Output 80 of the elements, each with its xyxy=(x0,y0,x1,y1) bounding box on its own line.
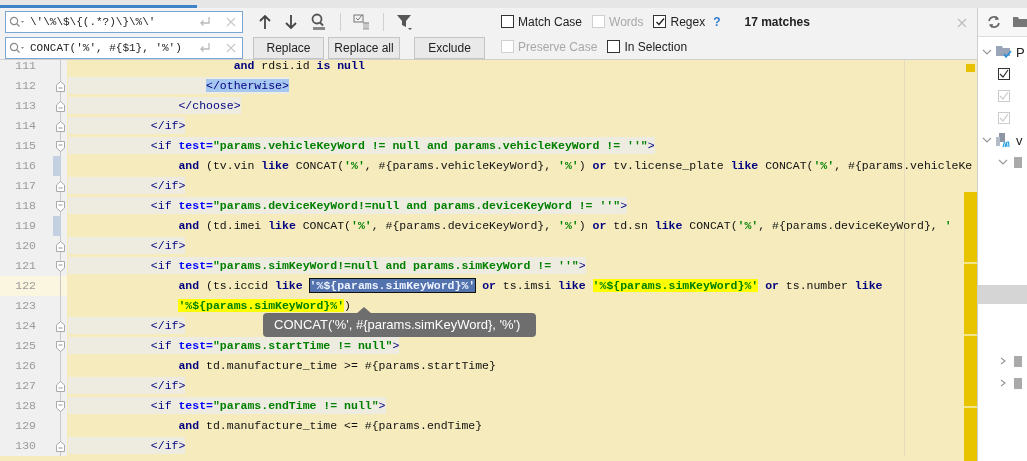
code-line: and (tv.vin like CONCAT('%', #{params.vehicleKeyWord}, '%') or tv.license_plate like CONCAT('%', #{params.vehicleKe xyxy=(177,158,973,174)
fold-icon[interactable] xyxy=(56,121,65,132)
code-line: and td.manufacture_time <= #{params.endTime} xyxy=(177,418,483,434)
find-all-icon[interactable] xyxy=(310,13,328,31)
chevron-icon[interactable] xyxy=(982,48,992,56)
line-number: 121 xyxy=(14,258,36,274)
line-number: 129 xyxy=(14,418,36,434)
code-line: and rdsi.id is null xyxy=(232,60,365,74)
fold-icon[interactable] xyxy=(56,141,65,152)
fold-icon[interactable] xyxy=(56,81,65,92)
tree-item[interactable]: v xyxy=(1016,132,1023,148)
line-number: 119 xyxy=(14,218,36,234)
line-number: 116 xyxy=(14,158,36,174)
line-number: 118 xyxy=(14,198,36,214)
line-number: 120 xyxy=(14,238,36,254)
chevron-icon[interactable] xyxy=(998,357,1008,365)
option-checkbox[interactable]: In Selection xyxy=(607,39,688,54)
refresh-icon[interactable] xyxy=(987,15,1001,29)
clear-icon[interactable] xyxy=(226,17,236,27)
newline-icon[interactable] xyxy=(198,42,212,54)
fold-icon[interactable] xyxy=(56,341,65,352)
fold-icon[interactable] xyxy=(56,261,65,272)
node-icon xyxy=(1014,355,1022,367)
fold-icon[interactable] xyxy=(56,321,65,332)
replace-field[interactable]: CONCAT('%', #{$1}, '%') xyxy=(5,37,243,59)
tooltip: CONCAT('%', #{params.simKeyWord}, '%') xyxy=(263,313,536,337)
check-icon xyxy=(655,16,665,27)
line-number: 117 xyxy=(14,178,36,194)
fold-icon[interactable] xyxy=(56,101,65,112)
fold-icon[interactable] xyxy=(56,401,65,412)
search-field[interactable]: \'\%\$\{(.*?)\}\%\' xyxy=(5,11,243,33)
error-stripe-mark[interactable] xyxy=(964,192,977,461)
code-line: and (ts.iccid like '%${params.simKeyWord}%' or ts.imsi like '%${params.simKeyWord}%' or ts.number like xyxy=(177,278,883,294)
line-number: 127 xyxy=(14,378,36,394)
line-number: 112 xyxy=(14,78,36,94)
code-line: and td.manufacture_time >= #{params.startTime} xyxy=(177,358,496,374)
option-checkbox[interactable]: Match Case xyxy=(501,14,583,29)
arrow-up-icon[interactable] xyxy=(258,14,272,30)
fold-icon[interactable] xyxy=(56,441,65,452)
help-link[interactable]: ? xyxy=(713,14,721,29)
line-number: 123 xyxy=(14,298,36,314)
fold-icon[interactable] xyxy=(56,381,65,392)
line-number: 128 xyxy=(14,398,36,414)
code-line: and (td.imei like CONCAT('%', #{params.deviceKeyWord}, '%') or td.sn like CONCAT('%', #{params.deviceKeyWord}, ' xyxy=(177,218,952,234)
line-number: 126 xyxy=(14,358,36,374)
close-icon[interactable] xyxy=(957,18,967,28)
clear-icon[interactable] xyxy=(226,43,236,53)
fold-icon[interactable] xyxy=(56,241,65,252)
chevron-icon[interactable] xyxy=(998,379,1008,387)
action-button[interactable]: Exclude xyxy=(414,37,485,59)
node-icon xyxy=(1014,156,1022,168)
chevron-icon[interactable] xyxy=(998,158,1008,166)
line-number: 115 xyxy=(14,138,36,154)
folder-icon[interactable] xyxy=(1013,15,1027,29)
code-line: '%${params.simKeyWord}%') xyxy=(177,298,351,314)
module-icon xyxy=(996,132,1012,148)
checkbox-icon[interactable] xyxy=(998,68,1010,80)
line-number: 124 xyxy=(14,318,36,334)
newline-icon[interactable] xyxy=(198,16,212,28)
search-icon xyxy=(9,42,25,54)
option-checkbox[interactable]: Regex xyxy=(653,14,706,29)
match-count: 17 matches xyxy=(744,14,810,29)
fold-icon[interactable] xyxy=(56,201,65,212)
line-number: 114 xyxy=(14,118,36,134)
tree-item[interactable]: P xyxy=(1016,44,1025,60)
node-icon xyxy=(1014,377,1022,389)
fold-icon[interactable] xyxy=(56,181,65,192)
line-number: 130 xyxy=(14,438,36,454)
action-button[interactable]: Replace all xyxy=(328,37,400,59)
line-number: 111 xyxy=(14,60,36,74)
filter-icon[interactable] xyxy=(396,13,414,31)
line-number: 125 xyxy=(14,338,36,354)
chevron-icon[interactable] xyxy=(982,136,992,144)
arrow-down-icon[interactable] xyxy=(284,14,298,30)
folder-icon xyxy=(996,45,1012,59)
select-occurrences-icon[interactable] xyxy=(353,14,371,30)
action-button[interactable]: Replace xyxy=(253,37,324,59)
line-number: 122 xyxy=(14,278,36,294)
line-number: 113 xyxy=(14,98,36,114)
search-icon xyxy=(9,16,25,28)
